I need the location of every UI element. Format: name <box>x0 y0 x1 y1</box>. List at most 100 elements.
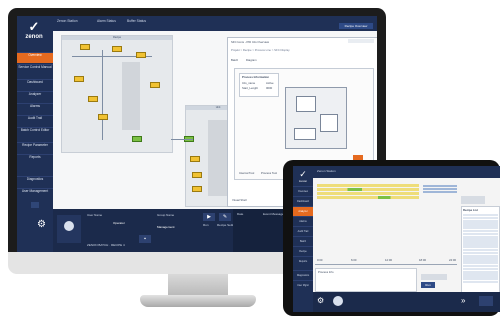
step-block[interactable] <box>74 76 84 82</box>
tablet-sidebar-item[interactable]: Diagnostics <box>293 270 313 280</box>
popup-status: Visual Shell <box>232 198 247 202</box>
list-item[interactable] <box>463 280 498 284</box>
tablet-screen: ✓ zenon Overview Dashboard Analyzer Alar… <box>293 166 500 312</box>
step-block[interactable] <box>150 82 160 88</box>
step-block[interactable] <box>98 114 108 120</box>
monitor-stand-base <box>140 295 256 307</box>
vessel-block <box>122 62 140 130</box>
axis-tick: 6:00 <box>351 258 357 262</box>
tablet-sidebar-item-active[interactable]: Analyzer <box>293 206 313 216</box>
info-row-label: Info_name <box>242 81 256 85</box>
equipment-diagram <box>285 87 347 149</box>
bottom-action-button[interactable]: ▪ <box>139 235 151 243</box>
popup-window-controls[interactable] <box>348 39 374 43</box>
sidebar-item-diagnostics[interactable]: Diagnostics <box>17 176 53 187</box>
sidebar-item-batch-control[interactable]: Batch Control Editor <box>17 127 53 141</box>
tablet-sidebar-item[interactable]: Overview <box>293 186 313 196</box>
recipe-panel-title: Recipe <box>62 36 172 40</box>
tablet-action-buttons[interactable] <box>421 274 447 280</box>
footer-caption: ZENON BATCH · RECIPE 4 <box>87 243 125 247</box>
step-block[interactable] <box>112 46 122 52</box>
tablet-run-button[interactable]: Run <box>421 282 435 288</box>
legend-line <box>423 185 457 187</box>
monitor-topbar: Zenon Station Alarm Status Buffer Status… <box>53 16 377 31</box>
sidebar-item-audit-trail[interactable]: Audit Trail <box>17 115 53 126</box>
step-block[interactable] <box>192 172 202 178</box>
popup-tab-batch[interactable]: Batch <box>231 58 238 62</box>
brand-name: zenon <box>25 34 43 40</box>
sidebar-item-alarms[interactable]: Alarms <box>17 103 53 114</box>
recipe-list-title: Recipe List <box>463 208 478 212</box>
topbar-tab-buffer-status[interactable]: Buffer Status <box>127 19 146 23</box>
axis-tick: 24:00 <box>449 258 456 262</box>
timeline-chart <box>317 184 419 202</box>
axis-tick: 18:00 <box>419 258 426 262</box>
recipe-overview-button[interactable]: Recipe Overview <box>339 23 373 29</box>
group-name-value: Management <box>157 225 175 229</box>
popup-title: SFC Icons - PID Info Overview <box>231 40 270 44</box>
run-button-label: Run <box>203 223 209 227</box>
tablet-bottom-panel: ⚙ » <box>313 292 500 312</box>
tablet-sidebar-item[interactable]: Reports <box>293 256 313 266</box>
collapse-icon[interactable] <box>31 202 39 208</box>
group-name-label: Group Name <box>157 213 175 217</box>
legend-line <box>423 191 457 193</box>
tablet-sidebar-item[interactable]: Dashboard <box>293 196 313 206</box>
sidebar-item-overview[interactable]: Overview <box>17 52 53 63</box>
user-avatar[interactable] <box>57 215 81 243</box>
topbar-tab-station[interactable]: Zenon Station <box>57 19 78 23</box>
settings-gear-icon[interactable]: ⚙ <box>37 219 51 233</box>
tablet-sidebar-item[interactable]: Batch <box>293 236 313 246</box>
flow-line <box>102 50 103 140</box>
tablet-sidebar-item[interactable]: Audit Trail <box>293 226 313 236</box>
event-col-message: Event Message <box>263 212 284 216</box>
popup-footer-tab[interactable]: Process Tool <box>261 171 277 175</box>
step-block[interactable] <box>192 186 202 192</box>
topbar-tab-alarm-status[interactable]: Alarm Status <box>97 19 116 23</box>
user-icon <box>64 221 74 231</box>
run-button[interactable]: ▶ <box>203 213 215 221</box>
tablet-nav-button[interactable] <box>479 296 493 306</box>
tablet-topbar: Zenon Station <box>313 166 500 178</box>
step-block[interactable] <box>190 156 200 162</box>
timeline-row <box>317 196 419 199</box>
sidebar-item-dashboard[interactable]: Dashboard <box>17 79 53 90</box>
step-block-active[interactable] <box>132 136 142 142</box>
step-block[interactable] <box>88 96 98 102</box>
timeline-row <box>317 188 419 191</box>
info-row-label: Start_Lenght <box>242 86 259 90</box>
user-name-value: Operator <box>113 221 125 225</box>
settings-gear-icon[interactable]: ⚙ <box>317 296 324 305</box>
sidebar-item-service-control[interactable]: Service Control Manual <box>17 64 53 78</box>
tablet-toolbar[interactable] <box>461 196 485 204</box>
popup-footer-tab[interactable]: Internal Tool <box>239 171 254 175</box>
tablet-sidebar-item[interactable]: User Mgmt <box>293 280 313 290</box>
popup-tab-diagram[interactable]: Diagram <box>246 58 257 62</box>
timeline-legend <box>423 184 457 198</box>
diagram-component <box>296 96 316 112</box>
axis-tick: 12:00 <box>385 258 392 262</box>
fast-forward-icon[interactable]: » <box>461 296 465 305</box>
tablet-sidebar-item[interactable]: Recipe <box>293 246 313 256</box>
sidebar-item-analyzer[interactable]: Analyzer <box>17 91 53 102</box>
checkmark-logo-icon: ✓ <box>28 19 40 34</box>
tablet-sidebar-item[interactable]: Alarms <box>293 216 313 226</box>
timeline-row <box>317 192 419 195</box>
popup-breadcrumb: Projekt > Recipe > Process Line > SFC Di… <box>231 48 290 52</box>
zenon-logo: ✓ zenon <box>20 20 48 46</box>
user-icon[interactable] <box>333 296 343 306</box>
sidebar-item-user-management[interactable]: User Management <box>17 188 53 199</box>
step-block[interactable] <box>80 44 90 50</box>
monitor-stand-neck <box>168 274 228 296</box>
sidebar-item-reports[interactable]: Reports <box>17 154 53 165</box>
sidebar-item-recipe-parameter[interactable]: Recipe Parameter <box>17 142 53 153</box>
status-label: Process Info <box>318 270 334 274</box>
recipe-list: Recipe List <box>461 206 500 296</box>
tablet-brand: zenon <box>298 179 308 183</box>
step-block[interactable] <box>136 52 146 58</box>
info-row-value: Active <box>266 81 274 85</box>
edit-pencil-icon[interactable]: ✎ <box>219 213 231 221</box>
process-info-title: Process Information <box>242 75 270 79</box>
diagram-component <box>320 114 338 132</box>
process-info-box: Process Information Info_name Active Sta… <box>239 73 279 97</box>
